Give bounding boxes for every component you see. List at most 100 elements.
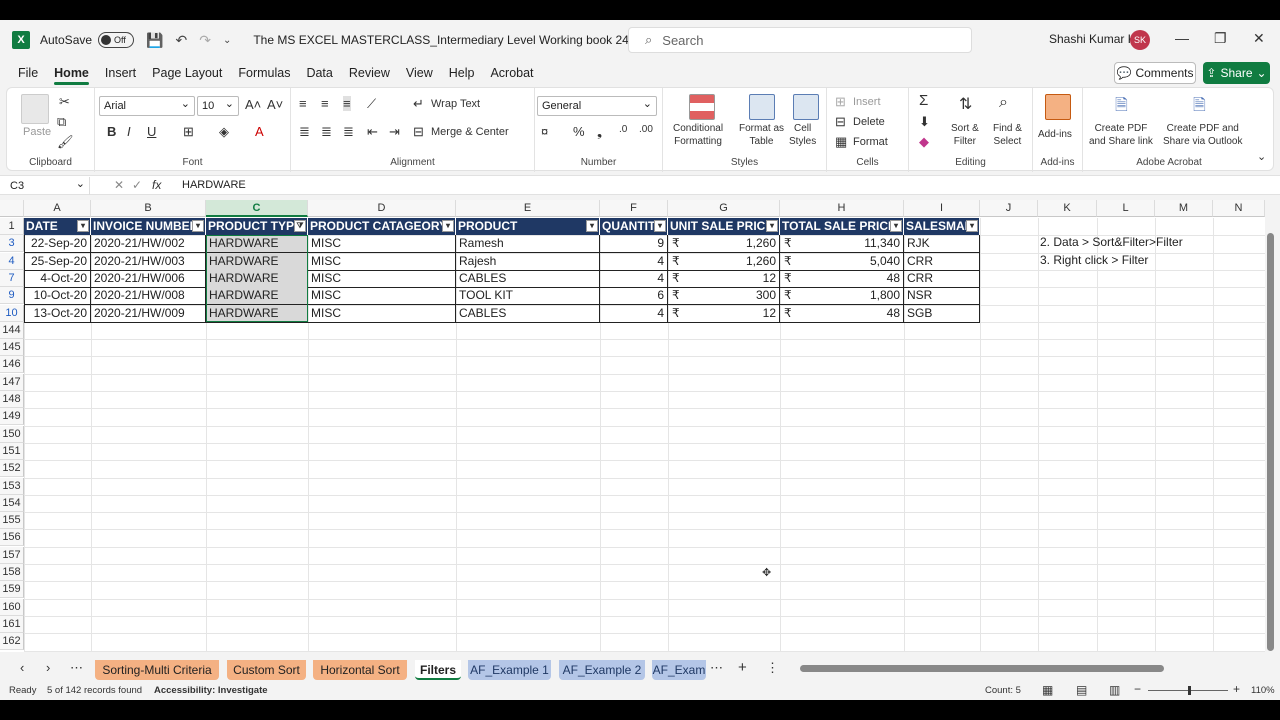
row-header-1[interactable]: 1: [0, 218, 24, 235]
table-header-cell[interactable]: DATE ▾: [24, 218, 91, 235]
row-header-148[interactable]: 148: [0, 391, 24, 408]
format-as-table-icon[interactable]: [749, 94, 775, 120]
cell-qty[interactable]: 4: [600, 304, 668, 323]
row-header-10[interactable]: 10: [0, 304, 24, 322]
cell-total[interactable]: ₹5,040: [780, 252, 904, 271]
document-title[interactable]: The MS EXCEL MASTERCLASS_Intermediary Le…: [253, 33, 679, 47]
prev-sheet-icon[interactable]: ‹: [20, 660, 24, 675]
cell-total[interactable]: ₹1,800: [780, 287, 904, 306]
row-header-154[interactable]: 154: [0, 494, 24, 512]
font-name-select[interactable]: Arial: [99, 96, 195, 116]
cell-category[interactable]: MISC: [308, 304, 456, 323]
increase-decimal-icon[interactable]: .0: [619, 124, 627, 135]
delete-cells-icon[interactable]: ⊟: [835, 114, 846, 130]
comma-icon[interactable]: ❟: [597, 124, 602, 140]
cell-styles-label[interactable]: Cell Styles: [789, 122, 816, 148]
cell-date[interactable]: 10-Oct-20: [24, 287, 91, 306]
sort-filter-label[interactable]: Sort & Filter: [951, 122, 979, 148]
conditional-formatting-label[interactable]: Conditional Formatting: [673, 122, 723, 148]
row-header-144[interactable]: 144: [0, 321, 24, 339]
underline-icon[interactable]: U: [147, 124, 156, 139]
sheet-tab[interactable]: AF_Example 2: [559, 660, 645, 680]
cell-product[interactable]: CABLES: [456, 269, 600, 288]
cell-unit[interactable]: ₹1,260: [668, 235, 780, 254]
worksheet-grid[interactable]: A B C D E F G H I J K L M N 1 3 4 7 9 10 144 145 146 147 148 149 1…: [0, 200, 1265, 652]
row-header-162[interactable]: 162: [0, 633, 24, 651]
comments-button[interactable]: 💬 Comments: [1114, 62, 1196, 84]
merge-center-icon[interactable]: ⊟: [413, 124, 424, 140]
zoom-slider-thumb[interactable]: [1188, 686, 1191, 695]
cell-invoice[interactable]: 2020-21/HW/003: [91, 252, 206, 271]
number-format-select[interactable]: General: [537, 96, 657, 116]
note-text[interactable]: 3. Right click > Filter: [1040, 253, 1148, 267]
row-header-4[interactable]: 4: [0, 252, 24, 270]
cell-qty[interactable]: 4: [600, 269, 668, 288]
align-right-icon[interactable]: ≣: [343, 124, 354, 140]
table-header-cell[interactable]: INVOICE NUMBER ▾: [91, 218, 206, 235]
cell-unit[interactable]: ₹12: [668, 269, 780, 288]
column-header-e[interactable]: E: [456, 200, 600, 217]
redo-icon[interactable]: ↷: [199, 32, 211, 49]
filter-dropdown-icon[interactable]: ▾: [586, 220, 598, 232]
cell-product[interactable]: TOOL KIT: [456, 287, 600, 306]
table-header-cell[interactable]: SALESMAN ▾: [904, 218, 980, 235]
table-header-cell[interactable]: TOTAL SALE PRICE ▾: [780, 218, 904, 235]
addins-icon[interactable]: [1045, 94, 1071, 120]
format-as-table-label[interactable]: Format as Table: [739, 122, 784, 148]
note-text[interactable]: 2. Data > Sort&Filter>Filter: [1040, 235, 1183, 249]
increase-indent-icon[interactable]: ⇥: [389, 124, 400, 140]
cell-product[interactable]: CABLES: [456, 304, 600, 323]
row-header-161[interactable]: 161: [0, 615, 24, 633]
horizontal-scroll-thumb[interactable]: [800, 665, 1164, 672]
paste-label[interactable]: Paste: [23, 126, 51, 138]
create-pdf-outlook-label[interactable]: Create PDF and Share via Outlook: [1163, 122, 1243, 148]
bold-icon[interactable]: B: [107, 124, 116, 139]
cell-salesman[interactable]: NSR: [904, 287, 980, 306]
close-icon[interactable]: ✕: [1253, 30, 1265, 47]
enter-icon[interactable]: ✓: [132, 178, 142, 192]
sheet-options-icon[interactable]: ⋮: [766, 660, 779, 676]
decrease-indent-icon[interactable]: ⇤: [367, 124, 378, 140]
cell-product[interactable]: Ramesh: [456, 235, 600, 254]
percent-icon[interactable]: %: [573, 124, 585, 139]
sheet-tab[interactable]: Horizontal Sort: [313, 660, 407, 680]
tab-file[interactable]: File: [18, 66, 38, 80]
align-center-icon[interactable]: ≣: [321, 124, 332, 140]
table-header-cell[interactable]: QUANTITY ▾: [600, 218, 668, 235]
row-header-160[interactable]: 160: [0, 598, 24, 616]
column-header-c[interactable]: C: [206, 200, 308, 217]
paste-icon[interactable]: [21, 94, 49, 124]
cell-date[interactable]: 4-Oct-20: [24, 269, 91, 288]
row-header-147[interactable]: 147: [0, 373, 24, 391]
conditional-formatting-icon[interactable]: [689, 94, 715, 120]
column-header-f[interactable]: F: [600, 200, 668, 217]
cell-date[interactable]: 25-Sep-20: [24, 252, 91, 271]
avatar[interactable]: SK: [1130, 30, 1150, 50]
cell-salesman[interactable]: CRR: [904, 252, 980, 271]
column-header-m[interactable]: M: [1155, 200, 1213, 217]
filter-dropdown-icon[interactable]: ▾: [766, 220, 778, 232]
row-header-149[interactable]: 149: [0, 408, 24, 426]
accounting-icon[interactable]: ¤: [541, 124, 548, 139]
collapse-ribbon-icon[interactable]: ⌄: [1257, 150, 1266, 163]
addins-label[interactable]: Add-ins: [1038, 128, 1072, 141]
page-layout-view-icon[interactable]: ▤: [1076, 683, 1087, 697]
format-cells-icon[interactable]: ▦: [835, 134, 847, 150]
zoom-level[interactable]: 110%: [1251, 685, 1275, 696]
vertical-scroll-thumb[interactable]: [1267, 233, 1274, 651]
minimize-icon[interactable]: —: [1175, 30, 1189, 46]
column-header-i[interactable]: I: [904, 200, 980, 217]
cut-icon[interactable]: ✂: [59, 94, 70, 110]
autosum-icon[interactable]: Σ: [919, 92, 928, 109]
insert-cells-label[interactable]: Insert: [853, 96, 881, 108]
name-box[interactable]: C3: [6, 177, 90, 195]
filter-dropdown-icon[interactable]: ▾: [77, 220, 89, 232]
save-icon[interactable]: 💾: [146, 32, 163, 49]
customize-toolbar-icon[interactable]: ⌄: [223, 35, 231, 46]
tab-view[interactable]: View: [406, 66, 433, 80]
filter-dropdown-icon[interactable]: ▾: [654, 220, 666, 232]
create-pdf-outlook-icon[interactable]: 🗎: [1193, 94, 1206, 121]
row-header-156[interactable]: 156: [0, 529, 24, 547]
cell-qty[interactable]: 9: [600, 235, 668, 254]
align-bottom-icon[interactable]: ≡: [343, 96, 351, 111]
